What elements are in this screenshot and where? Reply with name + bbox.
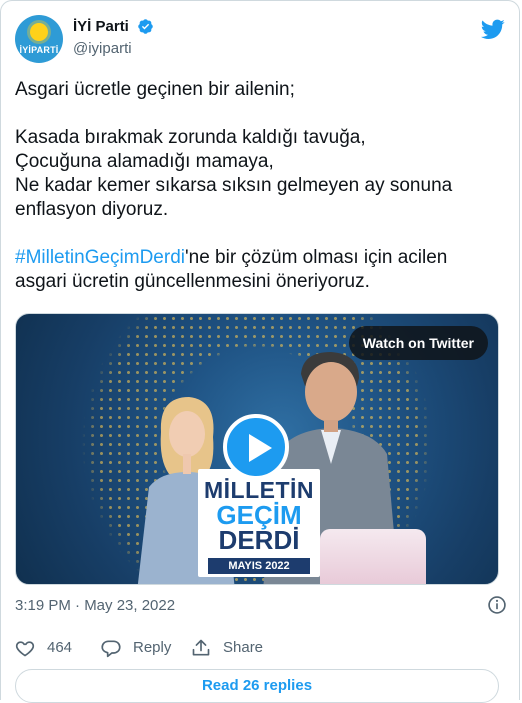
tweet-card: İYİPARTİ İYİ Parti @iyiparti Asgari ücre… [0, 0, 520, 703]
tweet-line: #MilletinGeçimDerdi'ne bir çözüm olması … [15, 246, 505, 270]
verified-badge-icon [138, 19, 154, 35]
tweet-line: enflasyon diyoruz. [15, 199, 169, 220]
campaign-sign: MİLLETİN GEÇİM DERDİ MAYIS 2022 [198, 469, 320, 577]
display-name[interactable]: İYİ Parti [73, 18, 129, 35]
avatar-logo-text: İYİPARTİ [19, 45, 59, 55]
tweet-text: Asgari ücretle geçinen bir ailenin; Kasa… [15, 78, 505, 294]
campaign-date: MAYIS 2022 [208, 558, 310, 574]
handle[interactable]: @iyiparti [73, 40, 154, 57]
tweet-line: Ne kadar kemer sıkarsa sıksın gelmeyen a… [15, 175, 453, 196]
reply-icon [101, 640, 121, 658]
twitter-bird-icon[interactable] [481, 17, 505, 41]
read-replies-button[interactable]: Read 26 replies [15, 669, 499, 703]
tweet-line-rest: 'ne bir çözüm olması için acilen [185, 247, 448, 268]
sun-logo-icon [30, 23, 48, 41]
tweet-line: Asgari ücretle geçinen bir ailenin; [15, 79, 295, 100]
info-icon[interactable] [487, 595, 507, 615]
avatar[interactable]: İYİPARTİ [15, 15, 63, 63]
reply-label: Reply [133, 639, 172, 656]
video-thumbnail[interactable]: Watch on Twitter MİLLETİN GEÇİM DERDİ MA… [15, 313, 499, 585]
tweet-header: İYİPARTİ İYİ Parti @iyiparti [15, 15, 505, 65]
watch-on-twitter-button[interactable]: Watch on Twitter [348, 326, 488, 360]
tweet-line: Kasada bırakmak zorunda kaldığı tavuğa, [15, 127, 366, 148]
product-package [320, 529, 426, 584]
play-button[interactable] [223, 414, 289, 480]
tweet-timestamp[interactable]: 3:19 PM · May 23, 2022 [15, 597, 175, 614]
tweet-actions: 464 Reply Share [15, 637, 505, 659]
tweet-line: Çocuğuna alamadığı mamaya, [15, 151, 274, 172]
share-icon [192, 639, 210, 656]
share-label: Share [223, 639, 264, 656]
author-names: İYİ Parti @iyiparti [73, 18, 154, 57]
play-icon [249, 434, 272, 462]
like-count: 464 [47, 639, 73, 656]
tweet-line: asgari ücretin güncellenmesini öneriyoru… [15, 271, 370, 292]
heart-icon [15, 641, 35, 657]
hashtag-link[interactable]: #MilletinGeçimDerdi [15, 247, 185, 268]
